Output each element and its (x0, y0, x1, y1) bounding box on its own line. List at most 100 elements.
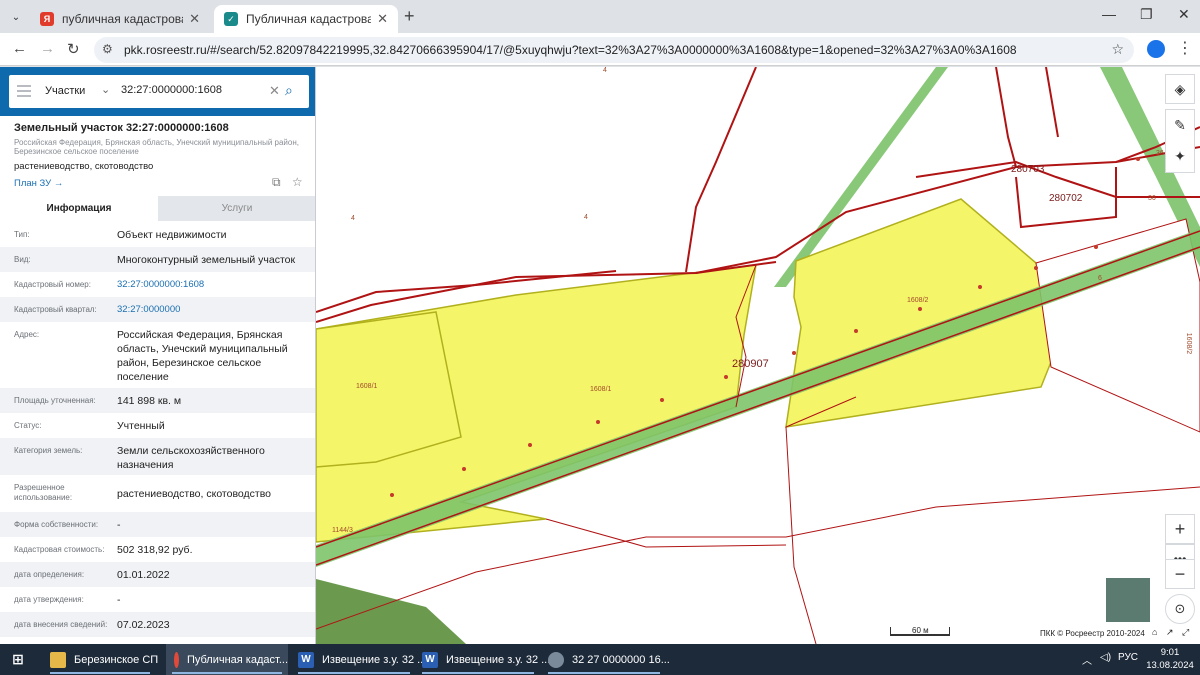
image-viewer-icon (548, 651, 564, 668)
map-tools-group: ✎ ✦ (1165, 109, 1195, 173)
parcel-contour-1608-1-west[interactable] (316, 311, 462, 468)
quarter-boundary (995, 67, 1017, 168)
plan-zu-link[interactable]: План ЗУ → (14, 178, 63, 189)
search-type-select[interactable]: Участки (45, 85, 85, 97)
close-icon[interactable]: ✕ (189, 11, 200, 27)
tab-search-chevron-icon[interactable]: ⌄ (6, 7, 26, 27)
rosreestr-icon: ✓ (224, 12, 238, 26)
volume-icon[interactable]: ◁) (1100, 652, 1111, 663)
share-icon[interactable]: ↗ (1166, 627, 1174, 637)
zoom-in-icon[interactable]: + (1165, 514, 1195, 544)
compass-icon[interactable]: ⊙ (1165, 594, 1195, 624)
attr-value: Учтенный (117, 420, 165, 432)
taskbar-item-word-2[interactable]: W Извещение з.у. 32 ... (422, 644, 550, 675)
browser-menu-icon[interactable]: ⋮ (1177, 38, 1193, 58)
taskbar-item-word-1[interactable]: W Извещение з.у. 32 ... (298, 644, 426, 675)
url-omnibox[interactable]: ⚙ pkk.rosreestr.ru/#/search/52.820978422… (94, 37, 1134, 63)
system-clock[interactable]: 9:01 13.08.2024 (1142, 646, 1198, 672)
attr-label: дата внесения сведений: (14, 620, 108, 629)
clear-search-icon[interactable]: ✕ (269, 83, 280, 99)
quarter-label-280702: 280702 (1049, 193, 1083, 204)
attr-row-cadastral-value: Кадастровая стоимость: 502 318,92 руб. (0, 537, 315, 562)
quarter-boundary (1045, 67, 1059, 138)
basemap-switcher-thumbnail[interactable] (1105, 577, 1151, 623)
window-close-icon[interactable]: ✕ (1178, 6, 1190, 23)
home-icon[interactable]: ⌂ (1152, 627, 1157, 637)
attr-value: 07.02.2023 (117, 619, 170, 631)
attr-value: Объект недвижимости (117, 229, 227, 241)
browser-tab-yandex[interactable]: Я публичная кадастровая карта ✕ (30, 5, 210, 33)
object-usage: растениеводство, скотоводство (14, 161, 154, 172)
attr-label: Кадастровая стоимость: (14, 545, 105, 554)
object-info-panel: Участки ⌄ 32:27:0000000:1608 ✕ ⌕ ‹ Земел… (0, 67, 316, 644)
forward-arrow-icon[interactable]: → (40, 40, 55, 57)
windows-logo-icon: ⊞ (12, 651, 24, 667)
chevron-down-icon[interactable]: ⌄ (101, 83, 110, 96)
clock-time: 9:01 (1160, 647, 1180, 658)
cadastral-number-link[interactable]: 32:27:0000000:1608 (117, 278, 307, 292)
ruler-icon[interactable]: ✎ (1174, 117, 1186, 134)
site-settings-icon[interactable]: ⚙ (102, 42, 113, 56)
attr-label: Адрес: (14, 330, 40, 339)
attr-value: 141 898 кв. м (117, 395, 182, 407)
attr-label: Кадастровый квартал: (14, 305, 97, 314)
tab-services[interactable]: Услуги (158, 196, 315, 221)
tray-chevron-icon[interactable]: ︿ (1082, 652, 1092, 667)
bookmark-star-icon[interactable]: ☆ (1111, 41, 1124, 58)
cadastral-quarter-link[interactable]: 32:27:0000000 (117, 303, 307, 317)
identify-point-icon[interactable]: ✦ (1174, 148, 1186, 165)
taskbar-label: Березинское СП (74, 653, 159, 666)
tab-information[interactable]: Информация (0, 196, 158, 221)
contour-label-1608-1: 1608/1 (590, 386, 612, 393)
attr-row-type: Тип: Объект недвижимости (0, 222, 315, 247)
attr-row-date-determined: дата определения: 01.01.2022 (0, 562, 315, 587)
back-arrow-icon[interactable]: ← (12, 40, 27, 57)
map-canvas[interactable] (316, 67, 1200, 644)
keyboard-language[interactable]: РУС (1118, 652, 1138, 663)
start-button[interactable]: ⊞ (10, 644, 34, 675)
parcel-number-label: 1144/3 (332, 527, 353, 534)
taskbar-item-explorer[interactable]: Березинское СП (50, 644, 158, 675)
browser-tab-pkk[interactable]: ✓ Публичная кадастровая карта ✕ (214, 5, 398, 33)
taskbar-item-image[interactable]: 32 27 0000000 16... (548, 644, 670, 675)
parcel-boundary-thin (785, 396, 857, 644)
attr-label: Вид: (14, 255, 31, 264)
cadastral-map[interactable]: 280907 280703 280702 4 4 4 6 36 36 1608/… (316, 67, 1200, 644)
contour-label-1608-2: 1608/2 (907, 297, 929, 304)
map-footer-icons: ⌂ ↗ ⤢ (1152, 627, 1189, 638)
taskbar-item-chrome[interactable]: Публичная кадаст... (166, 644, 288, 675)
windows-taskbar: ⊞ Березинское СП Публичная кадаст... W И… (0, 644, 1200, 675)
attr-label: Категория земель: (14, 446, 83, 455)
layers-icon[interactable]: ◈ (1165, 74, 1195, 104)
browser-tab-strip: ⌄ Я публичная кадастровая карта ✕ ✓ Публ… (0, 0, 1200, 33)
select-on-map-icon[interactable]: ⧉ (272, 175, 281, 189)
attr-value: Российская Федерация, Брянская область, … (117, 329, 288, 383)
address-bar-row: ← → ↻ ⚙ pkk.rosreestr.ru/#/search/52.820… (0, 33, 1200, 66)
reload-icon[interactable]: ↻ (67, 40, 80, 58)
object-address: Российская Федерация, Брянская область, … (14, 138, 299, 156)
attr-row-ownership: Форма собственности: - (0, 512, 315, 537)
folder-icon (50, 651, 66, 668)
plan-actions: ⧉ ☆ (272, 175, 303, 190)
search-icon[interactable]: ⌕ (285, 82, 293, 99)
info-tabs: Информация Услуги (0, 196, 315, 221)
taskbar-label: Извещение з.у. 32 ... (322, 653, 427, 666)
favorite-star-icon[interactable]: ☆ (292, 175, 303, 189)
profile-avatar-icon[interactable] (1147, 40, 1165, 58)
zoom-out-icon[interactable]: − (1165, 559, 1195, 589)
quarter-boundary (685, 67, 757, 273)
green-field-area (316, 579, 466, 644)
new-tab-icon[interactable]: + (404, 6, 415, 27)
attr-value: Многоконтурный земельный участок (117, 254, 296, 266)
menu-hamburger-icon[interactable] (17, 85, 31, 100)
fullscreen-icon[interactable]: ⤢ (1182, 627, 1189, 637)
minimize-icon[interactable]: — (1102, 6, 1116, 22)
maximize-icon[interactable]: ❐ (1140, 6, 1153, 23)
close-icon[interactable]: ✕ (377, 11, 388, 27)
url-text[interactable]: pkk.rosreestr.ru/#/search/52.82097842219… (124, 43, 1017, 57)
contour-label-1608-1: 1608/1 (356, 383, 378, 390)
object-title: Земельный участок 32:27:0000000:1608 (14, 122, 229, 134)
search-input[interactable]: 32:27:0000000:1608 (121, 84, 222, 96)
attr-label: Разрешенное использование: (14, 483, 73, 502)
attr-row-date-approved: дата утверждения: - (0, 587, 315, 612)
